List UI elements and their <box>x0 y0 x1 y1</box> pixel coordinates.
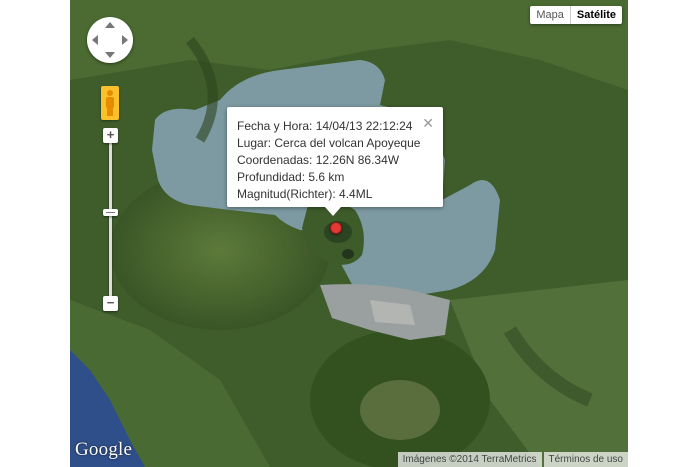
terms-of-use-link[interactable]: Términos de uso <box>543 452 628 467</box>
pan-right-icon[interactable] <box>122 35 128 45</box>
info-depth: Profundidad: 5.6 km <box>237 170 345 184</box>
map-type-option-satellite[interactable]: Satélite <box>569 6 622 24</box>
zoom-slider-track[interactable] <box>109 140 112 300</box>
imagery-credit: Imágenes ©2014 TerraMetrics <box>397 452 542 467</box>
zoom-in-button[interactable]: + <box>103 128 118 143</box>
map-canvas[interactable]: Mapa Satélite + − Fecha y Hora: 14/04/13… <box>70 0 628 467</box>
earthquake-marker[interactable] <box>330 222 342 234</box>
earthquake-info-window: Fecha y Hora: 14/04/13 22:12:24 Lugar: C… <box>227 107 443 216</box>
pan-up-icon[interactable] <box>105 22 115 28</box>
zoom-slider-handle[interactable] <box>103 209 118 217</box>
pan-control[interactable] <box>87 17 133 63</box>
street-view-pegman-icon[interactable] <box>101 86 119 120</box>
map-attribution: Imágenes ©2014 TerraMetrics Términos de … <box>397 452 628 467</box>
pan-down-icon[interactable] <box>105 52 115 58</box>
close-icon[interactable]: ✕ <box>422 116 434 130</box>
pegman-head <box>107 90 113 96</box>
info-location: Lugar: Cerca del volcan Apoyeque <box>237 136 421 150</box>
info-magnitude: Magnitud(Richter): 4.4ML <box>237 187 373 201</box>
map-type-control: Mapa Satélite <box>530 6 622 24</box>
map-type-option-map[interactable]: Mapa <box>530 6 570 24</box>
info-datetime: Fecha y Hora: 14/04/13 22:12:24 <box>237 119 413 133</box>
google-logo[interactable]: Google <box>75 439 132 461</box>
zoom-out-button[interactable]: − <box>103 296 118 311</box>
satellite-imagery <box>70 0 628 467</box>
pegman-legs <box>107 107 113 116</box>
pan-left-icon[interactable] <box>92 35 98 45</box>
info-coordinates: Coordenadas: 12.26N 86.34W <box>237 153 400 167</box>
